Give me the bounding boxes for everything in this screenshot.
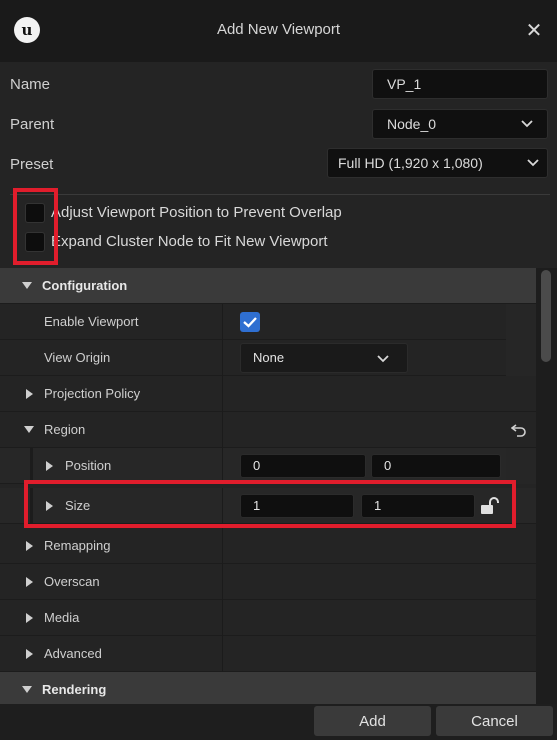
triangle-down-icon (22, 282, 32, 289)
column-divider (222, 376, 223, 412)
reset-arrow-icon[interactable] (511, 423, 527, 437)
column-divider (222, 340, 223, 376)
adjust-position-label: Adjust Viewport Position to Prevent Over… (51, 204, 342, 221)
property-row-enable-viewport: Enable Viewport (0, 304, 536, 340)
category-label: Configuration (42, 278, 128, 293)
view-origin-value: None (253, 350, 285, 365)
category-rendering[interactable]: Rendering (0, 672, 536, 704)
property-row-media[interactable]: Media (0, 600, 536, 636)
cancel-button[interactable]: Cancel (436, 706, 553, 736)
name-field[interactable]: VP_1 (372, 69, 548, 99)
size-row-highlight-box (24, 480, 516, 528)
property-row-region[interactable]: Region (0, 412, 536, 448)
parent-label: Parent (10, 116, 55, 133)
property-label: Projection Policy (44, 386, 141, 401)
triangle-right-icon (26, 613, 33, 623)
row-extension-column (506, 340, 536, 376)
position-y-value: 0 (384, 458, 392, 473)
checkbox-highlight-box (13, 188, 58, 265)
chevron-down-icon (527, 159, 539, 167)
property-label: Position (65, 458, 112, 473)
indent-guide (30, 448, 33, 484)
preset-label: Preset (10, 156, 54, 173)
property-label: Region (44, 422, 86, 437)
preset-dropdown[interactable]: Full HD (1,920 x 1,080) (327, 148, 548, 178)
parent-value: Node_0 (387, 116, 437, 132)
dialog-title: Add New Viewport (216, 21, 341, 38)
column-divider (222, 304, 223, 340)
name-label: Name (10, 76, 51, 93)
position-y-field[interactable]: 0 (371, 454, 501, 478)
parent-dropdown[interactable]: Node_0 (372, 109, 548, 139)
column-divider (222, 412, 223, 448)
row-extension-column (506, 448, 536, 484)
expand-cluster-label: Expand Cluster Node to Fit New Viewport (51, 233, 328, 250)
row-extension-column (506, 304, 536, 340)
divider (10, 194, 550, 195)
scrollbar-thumb[interactable] (541, 270, 551, 362)
property-row-position[interactable]: Position 0 0 (0, 448, 536, 484)
property-row-projection-policy[interactable]: Projection Policy (0, 376, 536, 412)
triangle-down-icon (24, 426, 34, 433)
property-row-remapping[interactable]: Remapping (0, 528, 536, 564)
triangle-right-icon (26, 389, 33, 399)
enable-viewport-checkbox[interactable] (240, 312, 260, 332)
triangle-down-icon (22, 686, 32, 693)
column-divider (222, 528, 223, 564)
column-divider (222, 564, 223, 600)
column-divider (222, 636, 223, 672)
property-label: View Origin (44, 350, 111, 365)
triangle-right-icon (26, 577, 33, 587)
property-row-view-origin: View Origin None (0, 340, 536, 376)
property-row-overscan[interactable]: Overscan (0, 564, 536, 600)
triangle-right-icon (46, 461, 53, 471)
column-divider (222, 448, 223, 484)
property-label: Overscan (44, 574, 100, 589)
position-x-value: 0 (253, 458, 261, 473)
column-divider (222, 600, 223, 636)
property-label: Media (44, 610, 80, 625)
property-row-advanced[interactable]: Advanced (0, 636, 536, 672)
position-x-field[interactable]: 0 (240, 454, 366, 478)
category-label: Rendering (42, 682, 107, 697)
view-origin-dropdown[interactable]: None (240, 343, 408, 373)
category-configuration[interactable]: Configuration (0, 268, 536, 304)
chevron-down-icon (377, 355, 389, 363)
property-label: Advanced (44, 646, 102, 661)
triangle-right-icon (26, 649, 33, 659)
close-icon[interactable]: ✕ (519, 15, 549, 45)
preset-value: Full HD (1,920 x 1,080) (338, 155, 483, 171)
check-icon (243, 317, 257, 328)
triangle-right-icon (26, 541, 33, 551)
chevron-down-icon (521, 120, 533, 128)
property-label: Remapping (44, 538, 111, 553)
property-label: Enable Viewport (44, 314, 139, 329)
add-button[interactable]: Add (314, 706, 431, 736)
name-value: VP_1 (387, 76, 422, 92)
